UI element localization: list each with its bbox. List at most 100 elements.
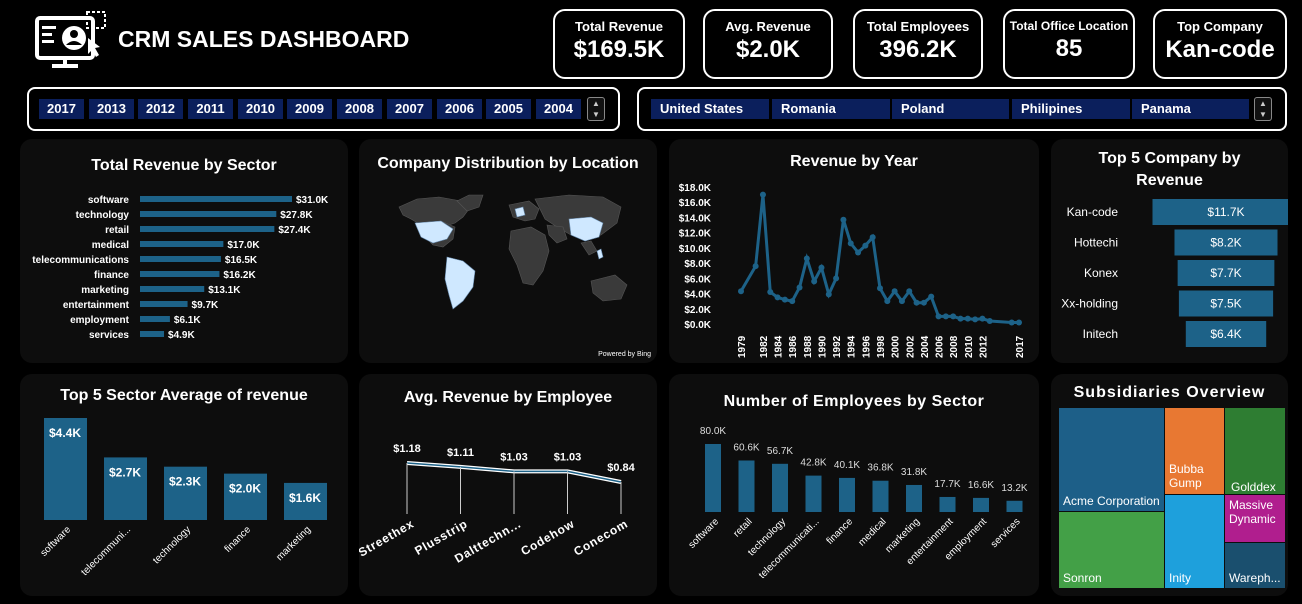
company-value-label: $7.7K bbox=[1210, 266, 1241, 280]
year-chip-2004[interactable]: 2004 bbox=[536, 99, 581, 119]
x-tick-label: 2006 bbox=[935, 335, 946, 358]
kpi-label: Top Company bbox=[1177, 19, 1263, 34]
treemap-cell-bubba-gump[interactable]: Bubba Gump bbox=[1165, 408, 1224, 494]
sector-label: medical bbox=[92, 240, 129, 251]
country-scroll-spinner[interactable]: ▲ ▼ bbox=[1254, 97, 1272, 121]
company-label: Xx-holding bbox=[1061, 297, 1118, 311]
x-tick-label: 1996 bbox=[861, 335, 872, 358]
avg-rev-x-label: Streethex bbox=[359, 516, 417, 559]
year-chip-2013[interactable]: 2013 bbox=[89, 99, 134, 119]
sector-avg-value-label: $4.4K bbox=[49, 426, 81, 440]
revenue-line bbox=[739, 194, 1019, 324]
employee-x-label: telecommunicati... bbox=[757, 516, 822, 581]
kpi-avg-revenue: Avg. Revenue $2.0K bbox=[703, 9, 833, 79]
treemap-cell-massive-dynamic[interactable]: Massive Dynamic bbox=[1225, 495, 1285, 542]
employee-bar bbox=[872, 480, 889, 512]
revenue-point bbox=[979, 315, 986, 322]
year-chip-2011[interactable]: 2011 bbox=[188, 99, 233, 119]
employee-bar bbox=[705, 444, 721, 512]
sector-bar bbox=[140, 226, 275, 232]
country-chip-poland[interactable]: Poland bbox=[892, 99, 1009, 119]
avg-rev-x-label: Codehow bbox=[518, 516, 577, 558]
year-chip-2009[interactable]: 2009 bbox=[287, 99, 332, 119]
kpi-label: Total Revenue bbox=[575, 19, 663, 34]
x-tick-label: 2010 bbox=[964, 335, 975, 358]
revenue-point bbox=[840, 216, 847, 223]
country-chip-panama[interactable]: Panama bbox=[1132, 99, 1249, 119]
kpi-total-revenue: Total Revenue $169.5K bbox=[553, 9, 685, 79]
kpi-value: 85 bbox=[1055, 35, 1083, 62]
panel-revenue-by-year: Revenue by Year $18.0K $16.0K $14.0K $12.0K… bbox=[669, 139, 1039, 363]
treemap-cell-inity[interactable]: Inity bbox=[1165, 495, 1224, 588]
y-tick-label: $14.0K bbox=[679, 213, 712, 224]
x-tick-label: 1979 bbox=[737, 335, 748, 358]
sector-avg-x-label: technology bbox=[151, 524, 193, 566]
sector-avg-value-label: $2.0K bbox=[229, 482, 261, 496]
treemap-cell-wareph[interactable]: Wareph... bbox=[1225, 543, 1285, 588]
sector-value-label: $13.1K bbox=[208, 285, 241, 296]
revenue-point bbox=[1008, 319, 1015, 326]
sector-value-label: $27.8K bbox=[280, 210, 313, 221]
revenue-point bbox=[1016, 319, 1022, 326]
year-chip-2005[interactable]: 2005 bbox=[486, 99, 531, 119]
revenue-point bbox=[950, 313, 957, 320]
sector-label: retail bbox=[105, 225, 129, 236]
world-map[interactable] bbox=[359, 139, 657, 363]
country-chip-united-states[interactable]: United States bbox=[651, 99, 769, 119]
y-tick-label: $8.0K bbox=[684, 259, 711, 270]
employee-x-label: services bbox=[989, 516, 1023, 550]
y-tick-label: $6.0K bbox=[684, 274, 711, 285]
country-chip-romania[interactable]: Romania bbox=[772, 99, 890, 119]
treemap-cell-sonron[interactable]: Sonron bbox=[1059, 512, 1164, 588]
revenue-point bbox=[964, 315, 971, 322]
year-chip-2008[interactable]: 2008 bbox=[337, 99, 382, 119]
sector-avg-value-label: $2.7K bbox=[109, 465, 141, 479]
treemap-cell-acme[interactable]: Acme Corporation bbox=[1059, 408, 1164, 511]
revenue-point bbox=[811, 278, 818, 285]
sector-bar bbox=[140, 331, 165, 337]
sector-value-label: $27.4K bbox=[278, 225, 311, 236]
dashboard-logo-icon bbox=[34, 10, 110, 70]
year-chip-2017[interactable]: 2017 bbox=[39, 99, 84, 119]
x-tick-label: 1994 bbox=[847, 335, 858, 358]
kpi-value: Kan-code bbox=[1165, 36, 1275, 63]
employee-value-label: 42.8K bbox=[800, 458, 826, 469]
revenue-point bbox=[972, 316, 979, 323]
treemap-cell-golddex[interactable]: Golddex bbox=[1225, 408, 1285, 494]
avg-rev-value-label: $1.03 bbox=[500, 451, 528, 463]
revenue-point bbox=[833, 275, 840, 282]
x-tick-label: 2000 bbox=[891, 335, 902, 358]
sector-value-label: $17.0K bbox=[227, 240, 260, 251]
country-chip-philipines[interactable]: Philipines bbox=[1012, 99, 1130, 119]
x-tick-label: 2012 bbox=[978, 335, 989, 358]
revenue-point bbox=[781, 296, 788, 303]
sector-label: services bbox=[89, 330, 129, 341]
year-chip-2012[interactable]: 2012 bbox=[138, 99, 183, 119]
employee-x-label: finance bbox=[825, 516, 856, 547]
sector-avg-x-label: software bbox=[39, 524, 74, 559]
revenue-point bbox=[986, 317, 993, 324]
company-value-label: $11.7K bbox=[1207, 205, 1244, 219]
year-chip-2007[interactable]: 2007 bbox=[387, 99, 432, 119]
employee-x-label: medical bbox=[856, 516, 888, 548]
year-chip-2006[interactable]: 2006 bbox=[437, 99, 482, 119]
revenue-point bbox=[920, 299, 927, 306]
year-chip-2010[interactable]: 2010 bbox=[238, 99, 283, 119]
year-scroll-spinner[interactable]: ▲ ▼ bbox=[587, 97, 605, 121]
sector-avg-value-label: $2.3K bbox=[169, 475, 201, 489]
sector-bar bbox=[140, 211, 277, 217]
x-tick-label: 1984 bbox=[774, 335, 785, 358]
y-tick-label: $4.0K bbox=[684, 290, 711, 301]
revenue-point bbox=[855, 249, 862, 256]
map-credit: Powered by Bing bbox=[598, 351, 651, 358]
year-slicer: 2017 2013 2012 2011 2010 2009 2008 2007 … bbox=[27, 87, 620, 131]
revenue-point bbox=[767, 289, 774, 296]
kpi-label: Total Employees bbox=[866, 19, 970, 34]
revenue-point bbox=[752, 263, 759, 270]
kpi-label: Total Office Location bbox=[1009, 19, 1129, 33]
sector-label: telecommunications bbox=[32, 255, 129, 266]
sector-value-label: $31.0K bbox=[296, 195, 329, 206]
sector-value-label: $9.7K bbox=[192, 300, 219, 311]
sector-bar bbox=[140, 256, 221, 262]
panel-top5-sector-avg: Top 5 Sector Average of revenue $4.4K sof… bbox=[20, 374, 348, 596]
